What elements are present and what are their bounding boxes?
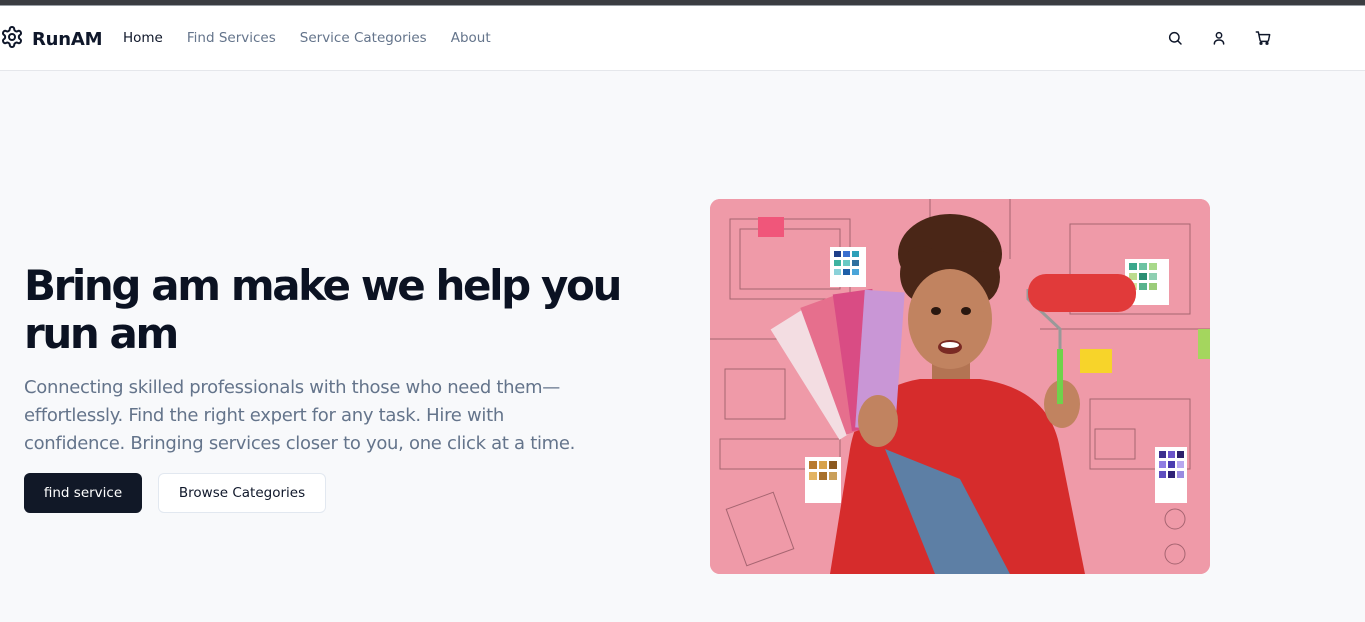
- hero-title: Bring am make we help you run am: [24, 261, 622, 358]
- cart-icon[interactable]: [1254, 29, 1272, 47]
- nav-home[interactable]: Home: [123, 30, 163, 46]
- user-icon[interactable]: [1210, 29, 1228, 47]
- browse-categories-button[interactable]: Browse Categories: [158, 473, 326, 513]
- find-service-button[interactable]: find service: [24, 473, 142, 513]
- hero-image: [710, 199, 1210, 574]
- brand-logo[interactable]: RunAM: [0, 25, 103, 53]
- nav-service-categories[interactable]: Service Categories: [300, 30, 427, 46]
- site-header: RunAM Home Find Services Service Categor…: [0, 6, 1365, 71]
- brand-name: RunAM: [32, 28, 103, 50]
- nav-about[interactable]: About: [451, 30, 491, 46]
- search-icon[interactable]: [1166, 29, 1184, 47]
- main-nav: Home Find Services Service Categories Ab…: [123, 30, 515, 46]
- gear-icon: [0, 25, 24, 53]
- header-actions: [1166, 29, 1298, 47]
- hero-subtitle: Connecting skilled professionals with th…: [24, 377, 576, 454]
- nav-find-services[interactable]: Find Services: [187, 30, 276, 46]
